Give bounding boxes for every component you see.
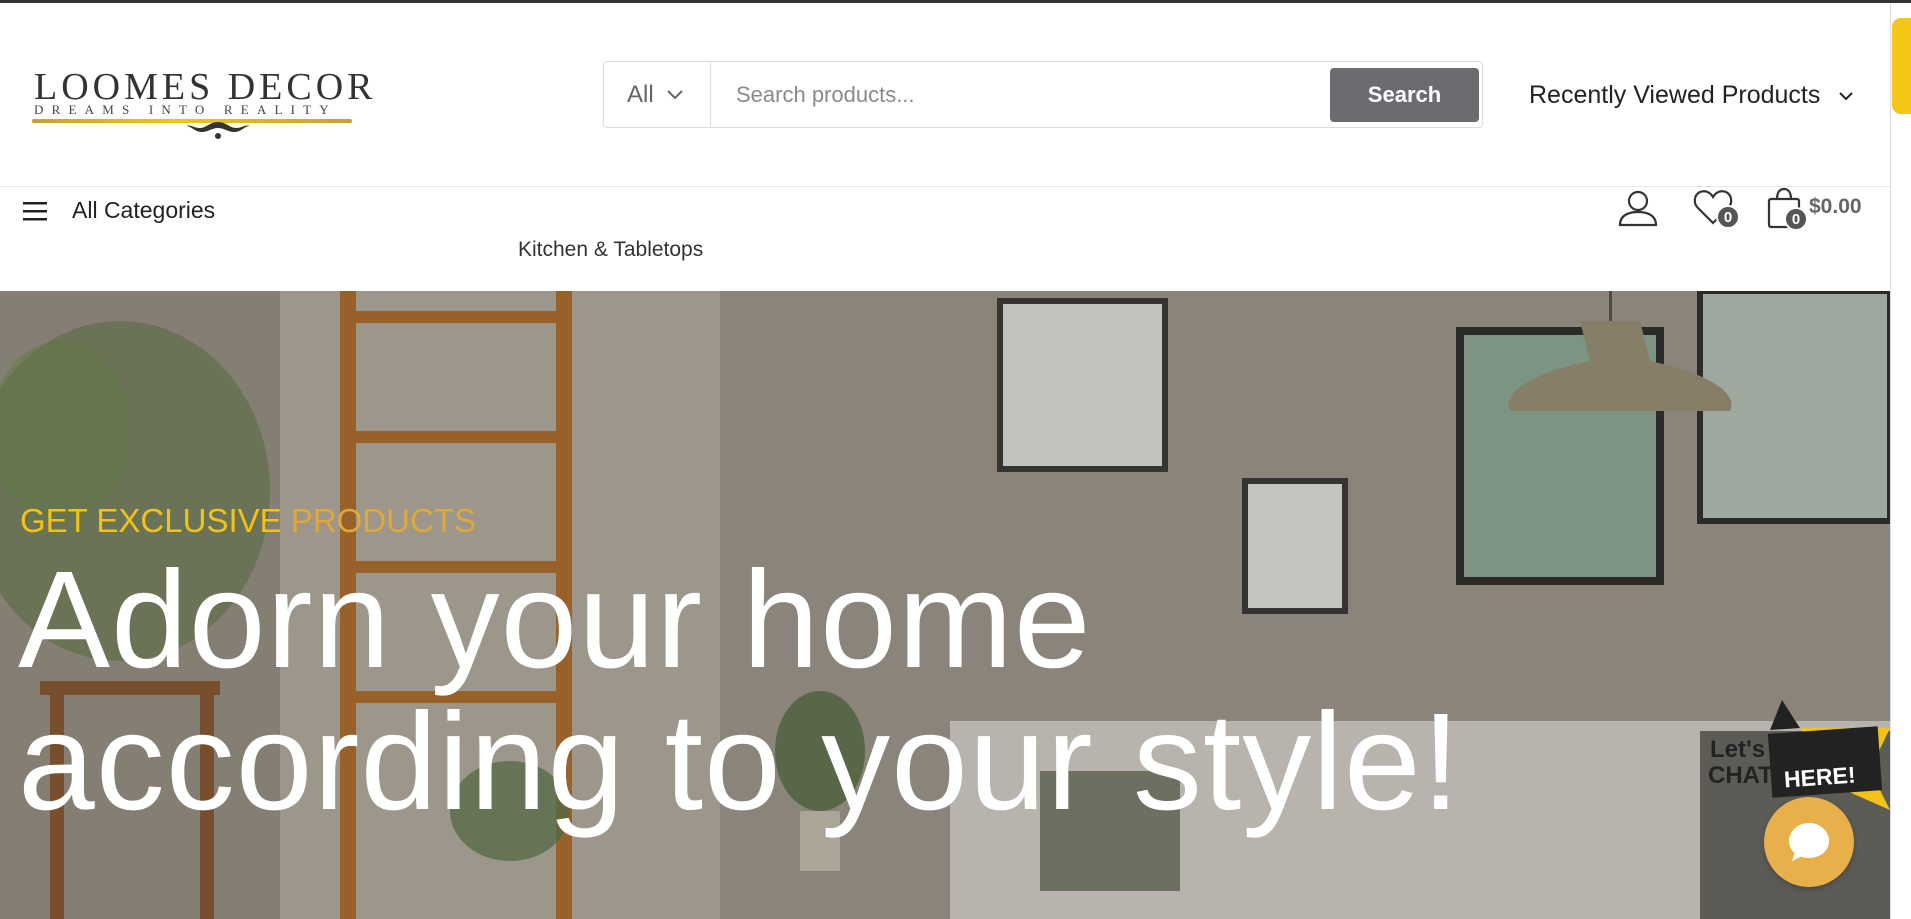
hero-tagline: GET EXCLUSIVE PRODUCTS — [20, 502, 476, 540]
hero-headline: Adorn your home according to your style! — [18, 543, 1462, 839]
wishlist-button[interactable]: 0 — [1692, 187, 1740, 231]
search-button[interactable]: Search — [1330, 68, 1479, 122]
all-categories-label: All Categories — [72, 197, 216, 223]
site-header: LOOMES DECOR DREAMS INTO REALITY All Sea… — [0, 3, 1890, 186]
user-icon[interactable] — [1617, 187, 1659, 229]
hero-tagline-part2: PRODUCTS — [290, 502, 477, 539]
page-scrollbar[interactable] — [1890, 3, 1911, 919]
chevron-down-icon — [666, 89, 683, 99]
navigation-bar: All Categories Kitchen & Tabletops 0 0 $… — [0, 186, 1890, 291]
search-input[interactable] — [712, 68, 1322, 121]
chat-badge-line4: HERE! — [1783, 762, 1856, 793]
search-category-select[interactable]: All — [604, 62, 711, 127]
cart-button[interactable]: 0 — [1766, 187, 1810, 231]
recently-viewed-label: Recently Viewed Products — [1529, 81, 1821, 109]
all-categories-menu[interactable]: All Categories — [22, 197, 215, 224]
chat-badge-line2: CHAT! — [1708, 762, 1781, 789]
product-search-form: All Search — [603, 61, 1483, 128]
chat-launcher-button[interactable] — [1764, 797, 1854, 887]
chat-badge-line1: Let's — [1710, 736, 1765, 763]
nav-link-kitchen-tabletops[interactable]: Kitchen & Tabletops — [518, 238, 703, 262]
search-category-value: All — [627, 80, 654, 108]
cart-total[interactable]: $0.00 — [1809, 195, 1862, 219]
page: LOOMES DECOR DREAMS INTO REALITY All Sea… — [0, 0, 1911, 919]
hero-tagline-part1: GET EXCLUSIVE — [20, 502, 291, 539]
hero-banner: GET EXCLUSIVE PRODUCTS Adorn your home a… — [0, 291, 1890, 919]
chat-bubble-icon — [1789, 823, 1829, 861]
scrollbar-thumb[interactable] — [1892, 18, 1911, 114]
logo-ornament-icon — [186, 122, 250, 139]
recently-viewed-dropdown[interactable]: Recently Viewed Products — [1529, 81, 1854, 110]
cart-count-badge: 0 — [1784, 207, 1808, 231]
hamburger-icon — [23, 201, 47, 220]
site-logo[interactable]: LOOMES DECOR DREAMS INTO REALITY — [30, 65, 373, 143]
wishlist-count-badge: 0 — [1716, 205, 1740, 229]
chevron-down-icon — [1839, 91, 1854, 100]
logo-tagline: DREAMS INTO REALITY — [34, 102, 337, 117]
